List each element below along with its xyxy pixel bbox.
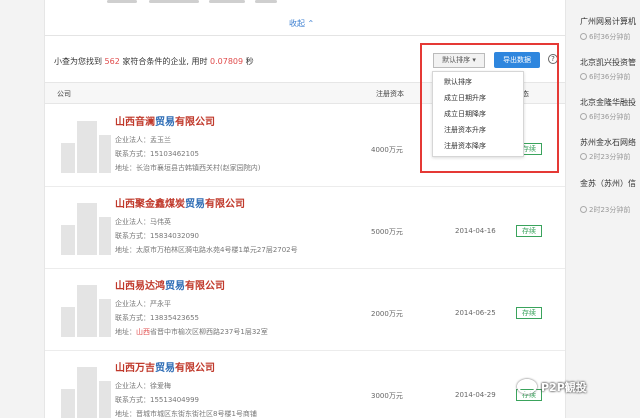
- company-address: 地址：山西省晋中市榆次区柳西路237号1层32室: [115, 328, 268, 336]
- clock-icon: [580, 153, 587, 160]
- summary-prefix: 小查为您找到: [54, 57, 102, 66]
- wechat-logo-icon: [517, 379, 537, 394]
- legal-person: 企业法人：徐爱梅: [115, 382, 171, 390]
- sort-option-capital-desc[interactable]: 注册资本降序: [433, 138, 523, 154]
- registered-capital: 5000万元: [371, 228, 403, 236]
- divider: [45, 35, 565, 36]
- company-logo-placeholder: [61, 121, 111, 173]
- registered-capital: 2000万元: [371, 310, 403, 318]
- company-address: 地址：太原市万柏林区漪屯路水苑4号楼1单元27层2702号: [115, 246, 298, 254]
- recent-sidebar: 广州网易计算机 6时36分钟前 北京凯兴投资管 6时36分钟前 北京金隆华融投 …: [580, 0, 640, 418]
- clock-icon: [580, 113, 587, 120]
- clock-icon: [580, 33, 587, 40]
- company-name[interactable]: 山西聚金鑫煤炭贸易有限公司: [115, 195, 245, 210]
- sort-option-default[interactable]: 默认排序: [433, 74, 523, 90]
- legal-person: 企业法人：马伟英: [115, 218, 171, 226]
- founded-date: 2014-06-25: [455, 309, 496, 317]
- company-name[interactable]: 山西易达鸿贸易有限公司: [115, 277, 225, 292]
- sidebar-item-title[interactable]: 北京凯兴投资管: [580, 57, 636, 68]
- chevron-up-icon: ⌃: [307, 19, 315, 28]
- sort-option-date-asc[interactable]: 成立日期升序: [433, 90, 523, 106]
- sidebar-item-time: 6时36分钟前: [580, 72, 630, 82]
- sidebar-item-title[interactable]: 苏州金水石网络: [580, 137, 636, 148]
- sort-option-capital-asc[interactable]: 注册资本升序: [433, 122, 523, 138]
- sidebar-item-title[interactable]: 北京金隆华融投: [580, 97, 636, 108]
- status-badge: 存续: [516, 307, 542, 319]
- header-capital: 注册资本: [376, 90, 404, 98]
- sidebar-item-title[interactable]: 金苏（苏州）信: [580, 178, 636, 189]
- table-row[interactable]: 山西易达鸿贸易有限公司 企业法人：严永平 联系方式：13835423655 地址…: [45, 269, 565, 351]
- company-name[interactable]: 山西音澜贸易有限公司: [115, 113, 215, 128]
- table-row[interactable]: 山西万吉贸易有限公司 企业法人：徐爱梅 联系方式：15513404999 地址：…: [45, 351, 565, 418]
- founded-date: 2014-04-16: [455, 227, 496, 235]
- top-filter-strip: [45, 0, 565, 10]
- clock-icon: [580, 73, 587, 80]
- company-name[interactable]: 山西万吉贸易有限公司: [115, 359, 215, 374]
- sidebar-item-time: 2时23分钟前: [580, 152, 630, 162]
- collapse-link[interactable]: 收起 ⌃: [289, 18, 314, 29]
- contact-phone: 联系方式：15513404999: [115, 396, 199, 404]
- summary-middle: 家符合条件的企业, 用时: [122, 57, 208, 66]
- result-count: 562: [104, 57, 120, 66]
- contact-phone: 联系方式：15103462105: [115, 150, 199, 158]
- registered-capital: 3000万元: [371, 392, 403, 400]
- legal-person: 企业法人：孟玉兰: [115, 136, 171, 144]
- query-time: 0.07809: [210, 57, 244, 66]
- registered-capital: 4000万元: [371, 146, 403, 154]
- collapse-label: 收起: [289, 19, 305, 28]
- sidebar-item-time: 6时36分钟前: [580, 32, 630, 42]
- watermark: P2P観投: [517, 379, 587, 395]
- company-logo-placeholder: [61, 203, 111, 255]
- status-badge: 存续: [516, 225, 542, 237]
- sort-menu: 默认排序 成立日期升序 成立日期降序 注册资本升序 注册资本降序: [432, 71, 524, 157]
- clock-icon: [580, 206, 587, 213]
- company-logo-placeholder: [61, 285, 111, 337]
- sort-option-date-desc[interactable]: 成立日期降序: [433, 106, 523, 122]
- summary-unit: 秒: [245, 57, 254, 66]
- company-address: 地址：晋城市城区东街东街社区8号楼1号商铺: [115, 410, 257, 418]
- header-company: 公司: [57, 90, 71, 98]
- founded-date: 2014-04-29: [455, 391, 496, 399]
- company-logo-placeholder: [61, 367, 111, 418]
- sidebar-item-title[interactable]: 广州网易计算机: [580, 16, 636, 27]
- sidebar-item-time: 2时23分钟前: [580, 205, 630, 215]
- sidebar-item-time: 6时36分钟前: [580, 112, 630, 122]
- contact-phone: 联系方式：15834032090: [115, 232, 199, 240]
- company-address: 地址：长治市襄垣县古韩镇西关村(赵家园院内): [115, 164, 261, 172]
- result-summary: 小查为您找到 562 家符合条件的企业, 用时 0.07809 秒: [54, 56, 254, 67]
- contact-phone: 联系方式：13835423655: [115, 314, 199, 322]
- legal-person: 企业法人：严永平: [115, 300, 171, 308]
- table-row[interactable]: 山西聚金鑫煤炭贸易有限公司 企业法人：马伟英 联系方式：15834032090 …: [45, 187, 565, 269]
